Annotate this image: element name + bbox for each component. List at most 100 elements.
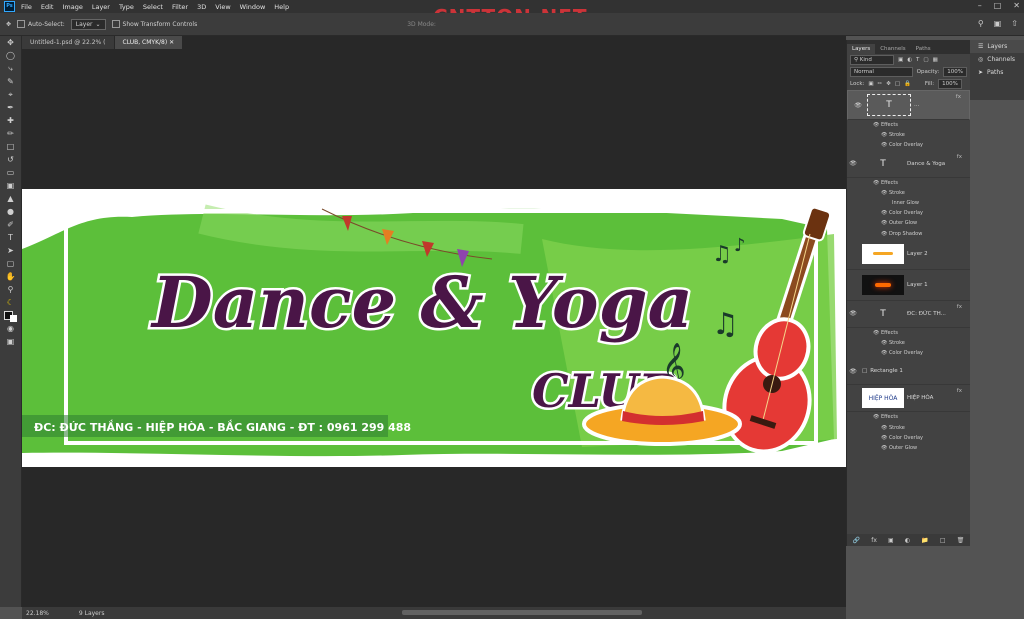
- visibility-eye-icon[interactable]: 👁: [847, 310, 859, 317]
- effect-item[interactable]: 👁 Color Overlay: [847, 140, 970, 150]
- effect-item[interactable]: 👁 Outer Glow: [847, 443, 970, 453]
- minimize-icon[interactable]: –: [978, 1, 982, 10]
- quick-select-icon[interactable]: ✎: [0, 75, 21, 88]
- filter-adjust-icon[interactable]: ◐: [907, 57, 912, 63]
- layer-row[interactable]: 👁 T ĐC: ĐỨC TH... fx: [847, 301, 970, 328]
- effect-item[interactable]: 👁 Outer Glow: [847, 218, 970, 228]
- menu-help[interactable]: Help: [274, 3, 289, 11]
- visibility-eye-icon[interactable]: 👁: [847, 160, 859, 167]
- doc-tab-untitled[interactable]: Untitled-1.psd @ 22.2% (: [22, 36, 114, 49]
- blend-mode-dropdown[interactable]: Normal: [850, 67, 913, 77]
- layer-row[interactable]: 👁 □ Rectangle 1: [847, 358, 970, 386]
- color-swatches-icon[interactable]: [0, 309, 21, 322]
- dock-paths[interactable]: ➤ Paths: [970, 66, 1024, 79]
- menu-type[interactable]: Type: [119, 3, 134, 11]
- fx-icon[interactable]: fx: [957, 304, 962, 310]
- move-tool-icon[interactable]: ✥: [6, 21, 11, 28]
- effect-item[interactable]: Inner Glow: [847, 198, 970, 208]
- dock-channels[interactable]: ◎ Channels: [970, 53, 1024, 66]
- fx-icon[interactable]: fx: [956, 94, 961, 100]
- search-icon[interactable]: ⚲: [978, 19, 984, 28]
- document-canvas[interactable]: Dance & Yoga CLUB ♫ ♫ ♪ 𝄞 ĐC: ĐỨC THẮNG …: [22, 189, 855, 467]
- horizontal-scrollbar[interactable]: [402, 610, 642, 615]
- lasso-tool-icon[interactable]: ⤷: [0, 62, 21, 75]
- crop-tool-icon[interactable]: ⌖: [0, 88, 21, 101]
- lock-artboard-icon[interactable]: □: [895, 81, 900, 87]
- auto-select-option[interactable]: Auto-Select:: [17, 20, 65, 28]
- type-tool-icon[interactable]: T: [0, 231, 21, 244]
- effect-item[interactable]: 👁 Color Overlay: [847, 208, 970, 218]
- effects-row[interactable]: 👁 Effects: [847, 412, 970, 422]
- effect-item[interactable]: 👁 Stroke: [847, 338, 970, 348]
- dodge-tool-icon[interactable]: ●: [0, 205, 21, 218]
- effect-item[interactable]: 👁 Stroke: [847, 422, 970, 432]
- zoom-level[interactable]: 22.18%: [26, 610, 49, 617]
- doc-info[interactable]: 9 Layers: [79, 610, 105, 617]
- tab-layers[interactable]: Layers: [847, 44, 876, 54]
- filter-pixel-icon[interactable]: ▣: [898, 57, 903, 63]
- tab-paths[interactable]: Paths: [911, 44, 936, 54]
- layer-row[interactable]: 👁 T Dance & Yoga fx: [847, 151, 970, 178]
- quick-mask-icon[interactable]: ◉: [0, 322, 21, 335]
- filter-shape-icon[interactable]: ▢: [923, 57, 928, 63]
- lock-all-icon[interactable]: 🔒: [904, 81, 911, 87]
- new-group-icon[interactable]: 📁: [921, 537, 928, 544]
- hand-tool-icon[interactable]: ✋: [0, 270, 21, 283]
- auto-select-dropdown[interactable]: Layer ⌄: [70, 18, 106, 30]
- zoom-tool-icon[interactable]: ⚲: [0, 283, 21, 296]
- menu-view[interactable]: View: [215, 3, 230, 11]
- workspace-icon[interactable]: ▣: [994, 19, 1002, 28]
- pen-tool-icon[interactable]: ✐: [0, 218, 21, 231]
- doc-tab-club[interactable]: CLUB, CMYK/8) ✕: [114, 36, 183, 49]
- blur-tool-icon[interactable]: ▲: [0, 192, 21, 205]
- menu-select[interactable]: Select: [143, 3, 163, 11]
- show-transform-checkbox[interactable]: [111, 20, 120, 28]
- lock-move-icon[interactable]: ✥: [886, 81, 891, 87]
- effect-item[interactable]: 👁 Stroke: [847, 130, 970, 140]
- menu-3d[interactable]: 3D: [197, 3, 206, 11]
- filter-type-icon[interactable]: T: [916, 57, 919, 63]
- fill-field[interactable]: 100%: [938, 79, 962, 89]
- visibility-eye-icon[interactable]: 👁: [852, 102, 864, 109]
- menu-layer[interactable]: Layer: [92, 3, 110, 11]
- kind-filter-dropdown[interactable]: ⚲ Kind: [850, 55, 894, 65]
- clone-stamp-icon[interactable]: □: [0, 140, 21, 153]
- adjustment-icon[interactable]: ◐: [905, 537, 910, 544]
- effects-row[interactable]: 👁 Effects: [847, 120, 970, 130]
- dock-layers[interactable]: ☰ Layers: [970, 40, 1024, 53]
- layer-row[interactable]: HIỆP HÒA HIỆP HÒA fx: [847, 385, 970, 413]
- menu-filter[interactable]: Filter: [172, 3, 188, 11]
- visibility-eye-icon[interactable]: 👁: [847, 368, 859, 375]
- add-mask-icon[interactable]: ▣: [888, 537, 894, 544]
- filter-smart-icon[interactable]: ▦: [933, 57, 938, 63]
- path-select-icon[interactable]: ➤: [0, 244, 21, 257]
- fx-icon[interactable]: fx: [957, 154, 962, 160]
- menu-window[interactable]: Window: [240, 3, 266, 11]
- effect-item[interactable]: 👁 Drop Shadow: [847, 229, 970, 239]
- eyedropper-icon[interactable]: ✒: [0, 101, 21, 114]
- effects-row[interactable]: 👁 Effects: [847, 178, 970, 188]
- layer-row[interactable]: Layer 1: [847, 270, 970, 301]
- new-layer-icon[interactable]: □: [940, 537, 946, 544]
- gradient-tool-icon[interactable]: ▣: [0, 179, 21, 192]
- lock-pixels-icon[interactable]: ▣: [868, 81, 873, 87]
- lock-brush-icon[interactable]: ✏: [878, 81, 883, 87]
- effect-item[interactable]: 👁 Color Overlay: [847, 348, 970, 358]
- share-icon[interactable]: ⇧: [1011, 19, 1018, 28]
- close-tab-icon[interactable]: ✕: [169, 39, 174, 46]
- opacity-field[interactable]: 100%: [943, 67, 967, 77]
- history-brush-icon[interactable]: ↺: [0, 153, 21, 166]
- screen-mode-icon[interactable]: ▣: [0, 335, 21, 348]
- tab-channels[interactable]: Channels: [875, 44, 910, 54]
- rectangle-tool-icon[interactable]: ▢: [0, 257, 21, 270]
- link-layers-icon[interactable]: 🔗: [853, 537, 860, 544]
- layer-row[interactable]: 👁 T ... fx: [847, 90, 970, 120]
- auto-select-checkbox[interactable]: [17, 20, 26, 28]
- layer-row[interactable]: Layer 2: [847, 239, 970, 270]
- effects-row[interactable]: 👁 Effects: [847, 328, 970, 338]
- menu-image[interactable]: Image: [62, 3, 82, 11]
- eraser-icon[interactable]: ▭: [0, 166, 21, 179]
- brush-tool-icon[interactable]: ✏: [0, 127, 21, 140]
- menu-file[interactable]: File: [21, 3, 32, 11]
- healing-brush-icon[interactable]: ✚: [0, 114, 21, 127]
